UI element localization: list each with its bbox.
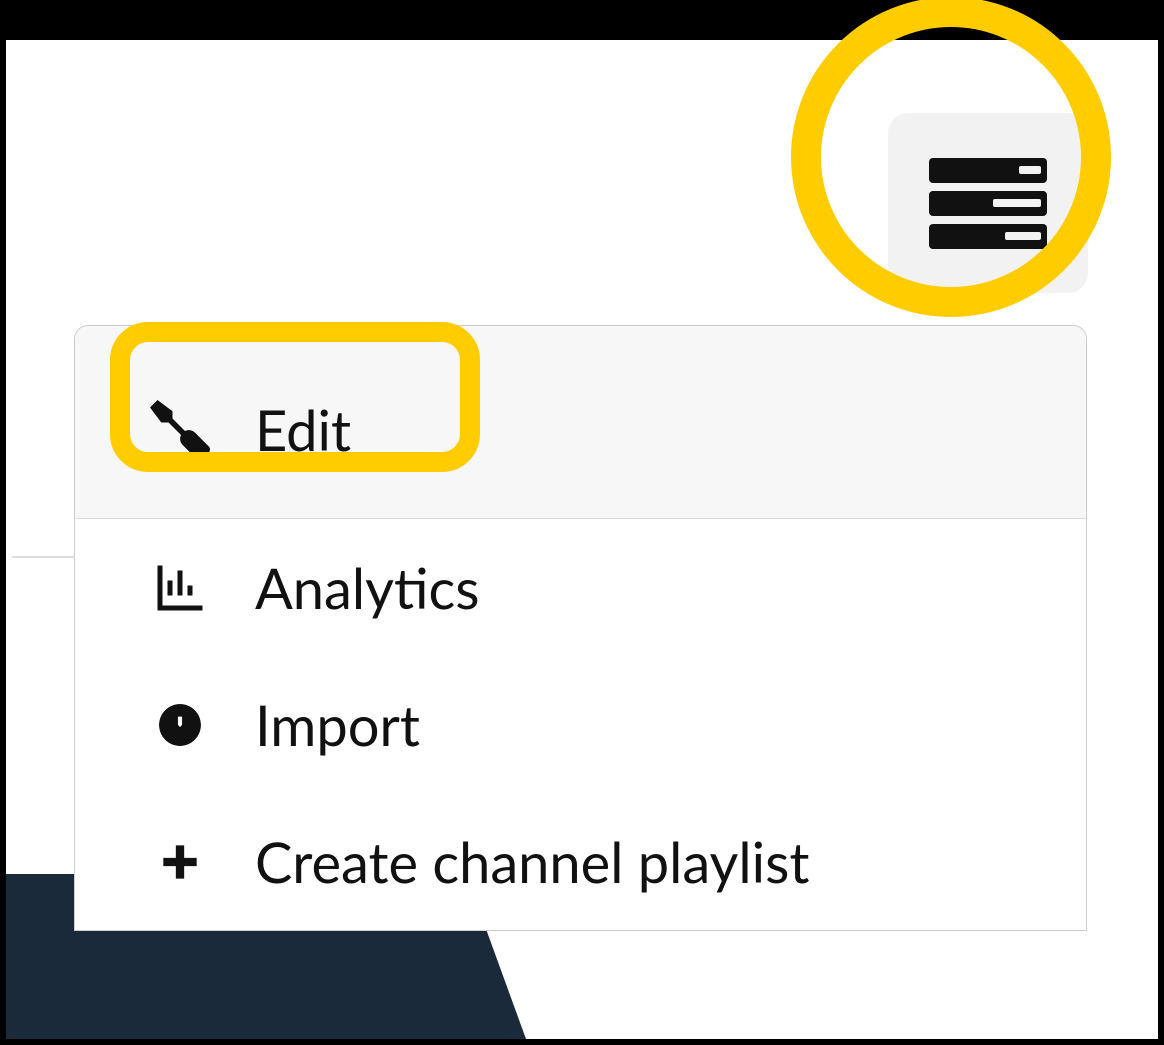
bar-chart-icon (145, 558, 215, 618)
menu-item-import[interactable]: Import (75, 656, 1086, 793)
settings-list-icon (929, 158, 1047, 249)
plus-icon (145, 837, 215, 887)
menu-item-create-playlist[interactable]: Create channel playlist (75, 793, 1086, 930)
menu-item-analytics[interactable]: Analytics (75, 519, 1086, 656)
menu-item-label: Edit (255, 396, 351, 463)
download-circle-icon (145, 700, 215, 750)
menu-item-edit[interactable]: Edit (75, 361, 1086, 498)
app-window: Edit Analytics Import Create channel pla… (6, 40, 1158, 1039)
menu-item-label: Import (255, 691, 420, 758)
divider-line (12, 556, 77, 558)
wrench-icon (145, 400, 215, 460)
menu-item-label: Create channel playlist (255, 828, 809, 895)
channel-actions-dropdown: Edit Analytics Import Create channel pla… (74, 325, 1087, 931)
dropdown-highlighted-section: Edit (75, 326, 1086, 519)
channel-actions-menu-button[interactable] (888, 113, 1088, 293)
menu-item-label: Analytics (255, 554, 479, 621)
